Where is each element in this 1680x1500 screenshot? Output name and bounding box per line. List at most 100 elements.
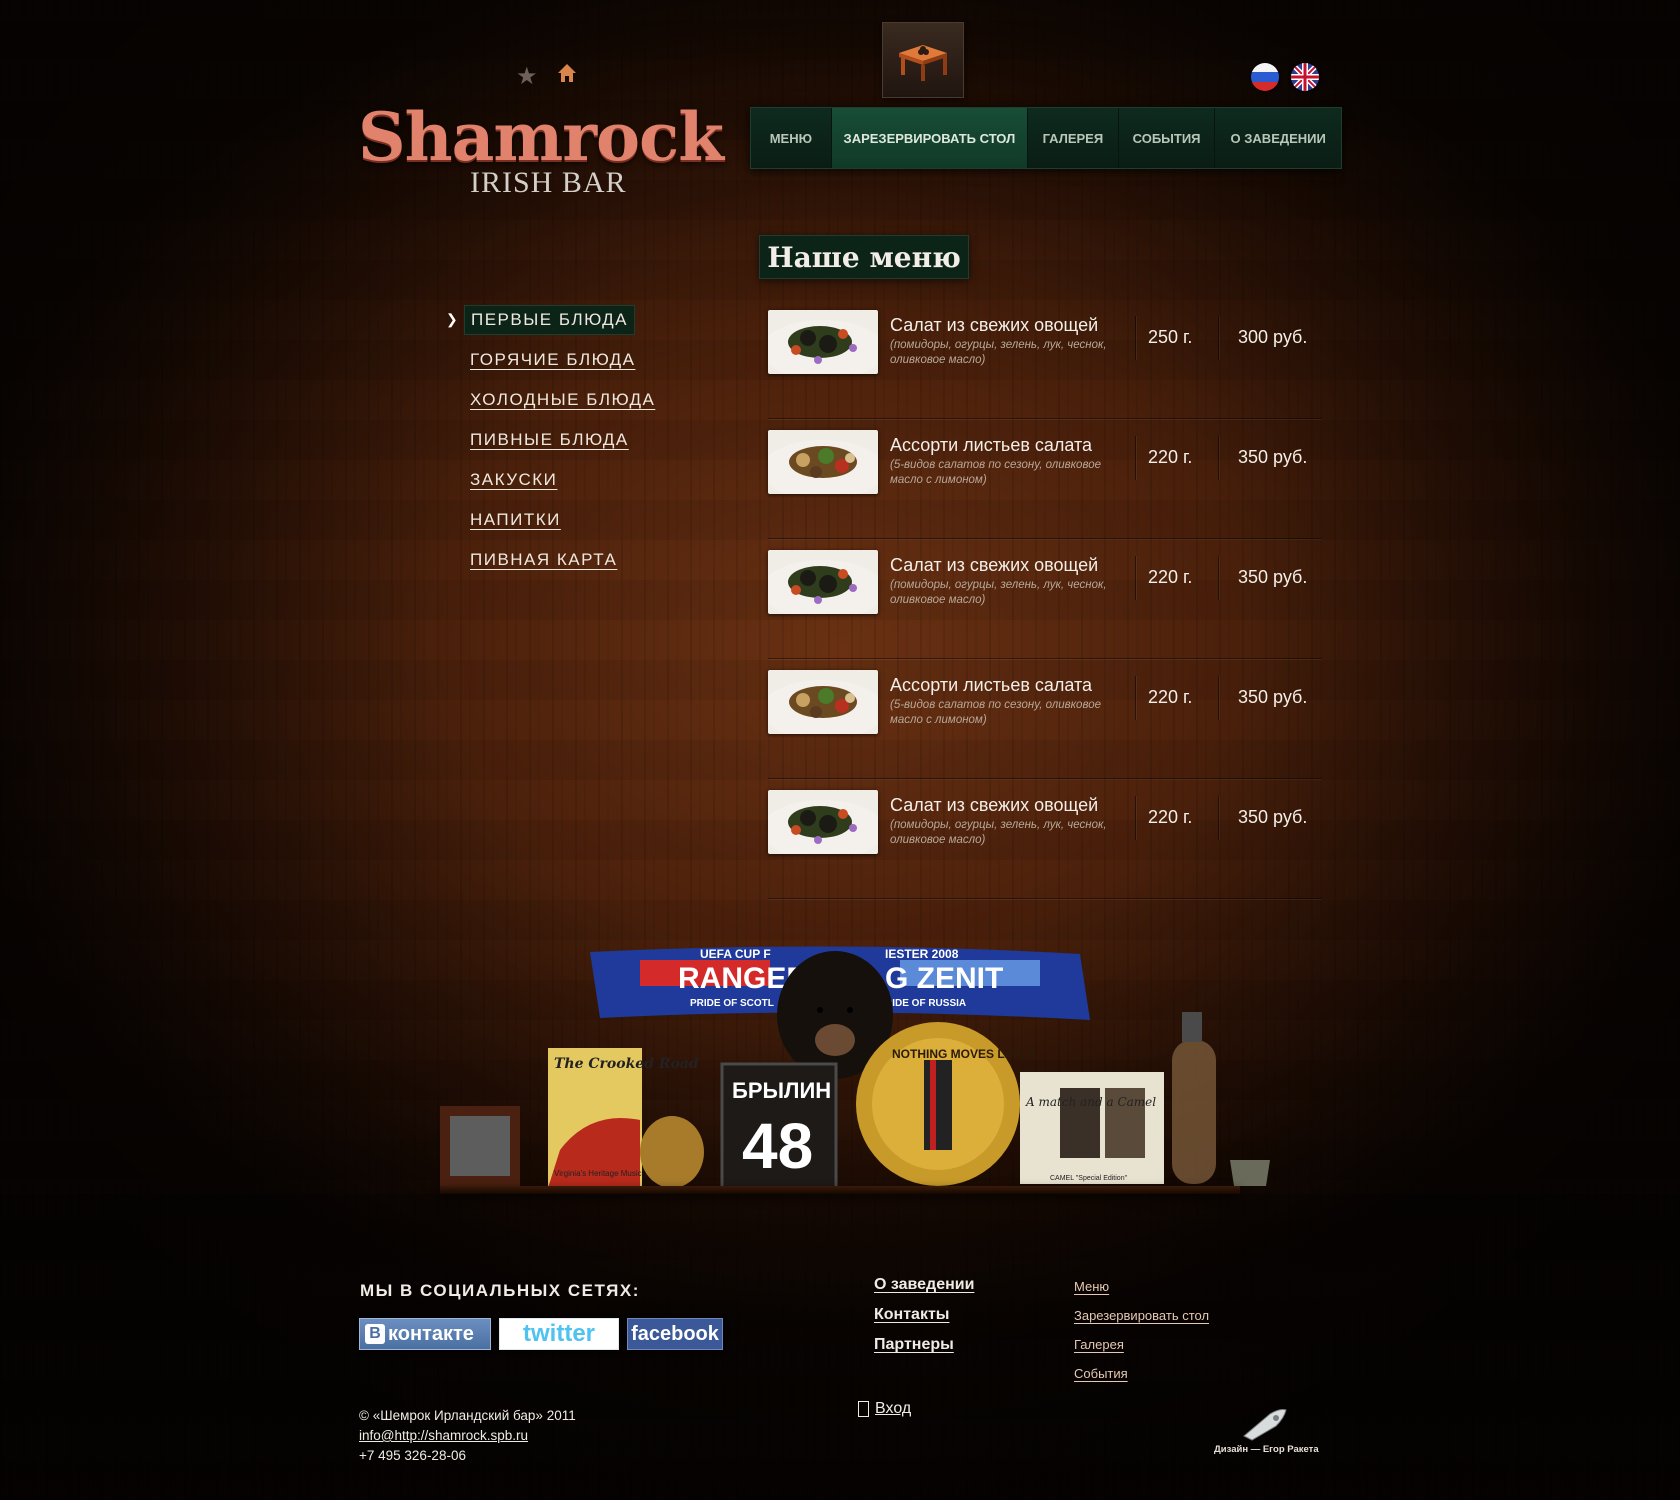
rocket-icon [1243,1409,1287,1441]
jersey-number-text: 48 [742,1110,813,1182]
nav-about[interactable]: О ЗАВЕДЕНИИ [1215,108,1341,168]
social-section-title: МЫ В СОЦИАЛЬНЫХ СЕТЯХ: [360,1281,640,1300]
phone-number: +7 495 326-28-06 [359,1448,466,1463]
footer-link-about[interactable]: О заведении [874,1276,974,1294]
scarf-right-sub-text: RIDE OF RUSSIA [885,998,966,1009]
sidebar-item-drinks[interactable]: НАПИТКИ [446,500,661,540]
dish-price: 300 руб. [1238,327,1308,347]
table-icon [899,45,947,81]
menu-item: Салат из свежих овощей (помидоры, огурцы… [768,540,1322,659]
twitter-button[interactable]: twitter [499,1318,619,1350]
footer-link-menu[interactable]: Меню [1074,1279,1209,1294]
poster-text: A match and a Camel [1025,1095,1156,1109]
sidebar-item-label: ГОРЯЧИЕ БЛЮДА [470,350,636,369]
dish-photo[interactable] [768,790,878,854]
home-icon[interactable] [556,62,578,84]
scarf-right-text: G ZENIT [885,962,1003,995]
footer-link-contacts[interactable]: Контакты [874,1306,974,1324]
sign-subtitle-text: Virginia's Heritage Music Trail [554,1169,659,1178]
dish-weight: 220 г. [1148,567,1193,587]
login-link[interactable]: Вход [858,1400,911,1418]
dish-price: 350 руб. [1238,687,1308,707]
mustang-medal: NOTHING MOVES LIKE A [856,1022,1037,1186]
footer-link-events[interactable]: События [1074,1366,1209,1381]
sidebar-item-hot-dishes[interactable]: ГОРЯЧИЕ БЛЮДА [446,340,661,380]
dish-name: Салат из свежих овощей [890,795,1099,815]
nav-gallery[interactable]: ГАЛЕРЕЯ [1028,108,1119,168]
dish-photo[interactable] [768,550,878,614]
sidebar-item-label: ПЕРВЫЕ БЛЮДА [464,305,635,335]
dish-name: Ассорти листьев салата [890,675,1093,695]
dish-name: Салат из свежих овощей [890,315,1099,335]
sidebar-item-label: ПИВНАЯ КАРТА [470,550,618,569]
facebook-button[interactable]: facebook [627,1318,723,1350]
footer-contacts: © «Шемрок Ирландский бар» 2011 info@http… [359,1406,576,1466]
soda-siphon [1172,1012,1216,1184]
main-nav: МЕНЮ ЗАРЕЗЕРВИРОВАТЬ СТОЛ ГАЛЕРЕЯ СОБЫТИ… [750,107,1342,169]
copyright-text: © «Шемрок Ирландский бар» 2011 [359,1408,576,1423]
sidebar-item-beer-list[interactable]: ПИВНАЯ КАРТА [446,540,661,580]
flag-ru-icon[interactable] [1251,63,1279,91]
vk-icon: В [365,1324,385,1344]
nav-reserve-table[interactable]: ЗАРЕЗЕРВИРОВАТЬ СТОЛ [831,108,1029,168]
sidebar-item-first-courses[interactable]: ❯ ПЕРВЫЕ БЛЮДА [446,300,661,340]
dish-name: Ассорти листьев салата [890,435,1093,455]
scarf-top-right-text: IESTER 2008 [885,947,959,961]
email-link[interactable]: info@http://shamrock.spb.ru [359,1426,576,1446]
dish-price: 350 руб. [1238,807,1308,827]
sidebar-item-label: ПИВНЫЕ БЛЮДА [470,430,629,449]
logo-title[interactable]: Shamrock [358,98,724,176]
memorabilia-shelf-illustration: UEFA CUP F RANGER PRIDE OF SCOTL IESTER … [440,946,1270,1190]
dish-photo[interactable] [768,670,878,734]
jersey-name-text: БРЫЛИН [732,1078,831,1103]
dish-description: (помидоры, огурцы, зелень, лук, чеснок, … [890,339,1107,366]
poster-footer-text: CAMEL "Special Edition" [1050,1175,1128,1182]
dish-photo[interactable] [768,310,878,374]
dish-weight: 250 г. [1148,327,1193,347]
camel-poster: A match and a Camel CAMEL "Special Editi… [1020,1072,1164,1184]
footer-link-partners[interactable]: Партнеры [874,1336,974,1354]
dish-photo[interactable] [768,430,878,494]
medal-text: NOTHING MOVES LIKE A [892,1047,1037,1061]
star-icon[interactable]: ★ [516,62,538,91]
sidebar-item-snacks[interactable]: ЗАКУСКИ [446,460,661,500]
page-title: Наше меню [759,235,969,279]
dish-weight: 220 г. [1148,447,1193,467]
footer-main-links: О заведении Контакты Партнеры [874,1276,974,1366]
menu-item: Ассорти листьев салата (5-видов салатов … [768,420,1322,539]
nav-events[interactable]: СОБЫТИЯ [1119,108,1216,168]
dish-weight: 220 г. [1148,807,1193,827]
footer-link-reserve[interactable]: Зарезервировать стол [1074,1308,1209,1323]
flag-uk-icon[interactable] [1291,63,1319,91]
footer-link-gallery[interactable]: Галерея [1074,1337,1209,1352]
dish-weight: 220 г. [1148,687,1193,707]
table-logo-badge [882,22,964,98]
brass-kettle [640,1116,704,1188]
sidebar-item-label: ХОЛОДНЫЕ БЛЮДА [470,390,656,409]
scarf-top-left-text: UEFA CUP F [700,947,771,961]
shelf-board [440,1186,1240,1194]
sidebar-item-cold-dishes[interactable]: ХОЛОДНЫЕ БЛЮДА [446,380,661,420]
designer-credit[interactable]: Дизайн — Егор Ракета [1214,1444,1319,1455]
vkontakte-label: контакте [388,1322,474,1345]
menu-item: Салат из свежих овощей (помидоры, огурцы… [768,780,1322,899]
framed-jersey: БРЫЛИН 48 [720,1062,838,1190]
menu-item: Салат из свежих овощей (помидоры, огурцы… [768,300,1322,419]
dish-name: Салат из свежих овощей [890,555,1099,575]
logo-subtitle: IRISH BAR [470,166,627,199]
sidebar-item-label: НАПИТКИ [470,510,561,529]
footer [0,1194,1680,1500]
nav-menu[interactable]: МЕНЮ [751,108,832,168]
dish-description: (помидоры, огурцы, зелень, лук, чеснок, … [890,819,1107,846]
chevron-right-icon: ❯ [446,311,458,327]
sidebar-item-label: ЗАКУСКИ [470,470,558,489]
vkontakte-button[interactable]: В контакте [359,1318,491,1350]
dish-description: (5-видов салатов по сезону, оливковое ма… [890,459,1101,486]
login-label: Вход [875,1400,912,1417]
door-icon [858,1401,869,1417]
menu-item: Ассорти листьев салата (5-видов салатов … [768,660,1322,779]
footer-site-links: Меню Зарезервировать стол Галерея Событи… [1074,1279,1209,1395]
scarf-left-sub-text: PRIDE OF SCOTL [690,998,774,1009]
dish-description: (5-видов салатов по сезону, оливковое ма… [890,699,1101,726]
sidebar-item-beer-dishes[interactable]: ПИВНЫЕ БЛЮДА [446,420,661,460]
